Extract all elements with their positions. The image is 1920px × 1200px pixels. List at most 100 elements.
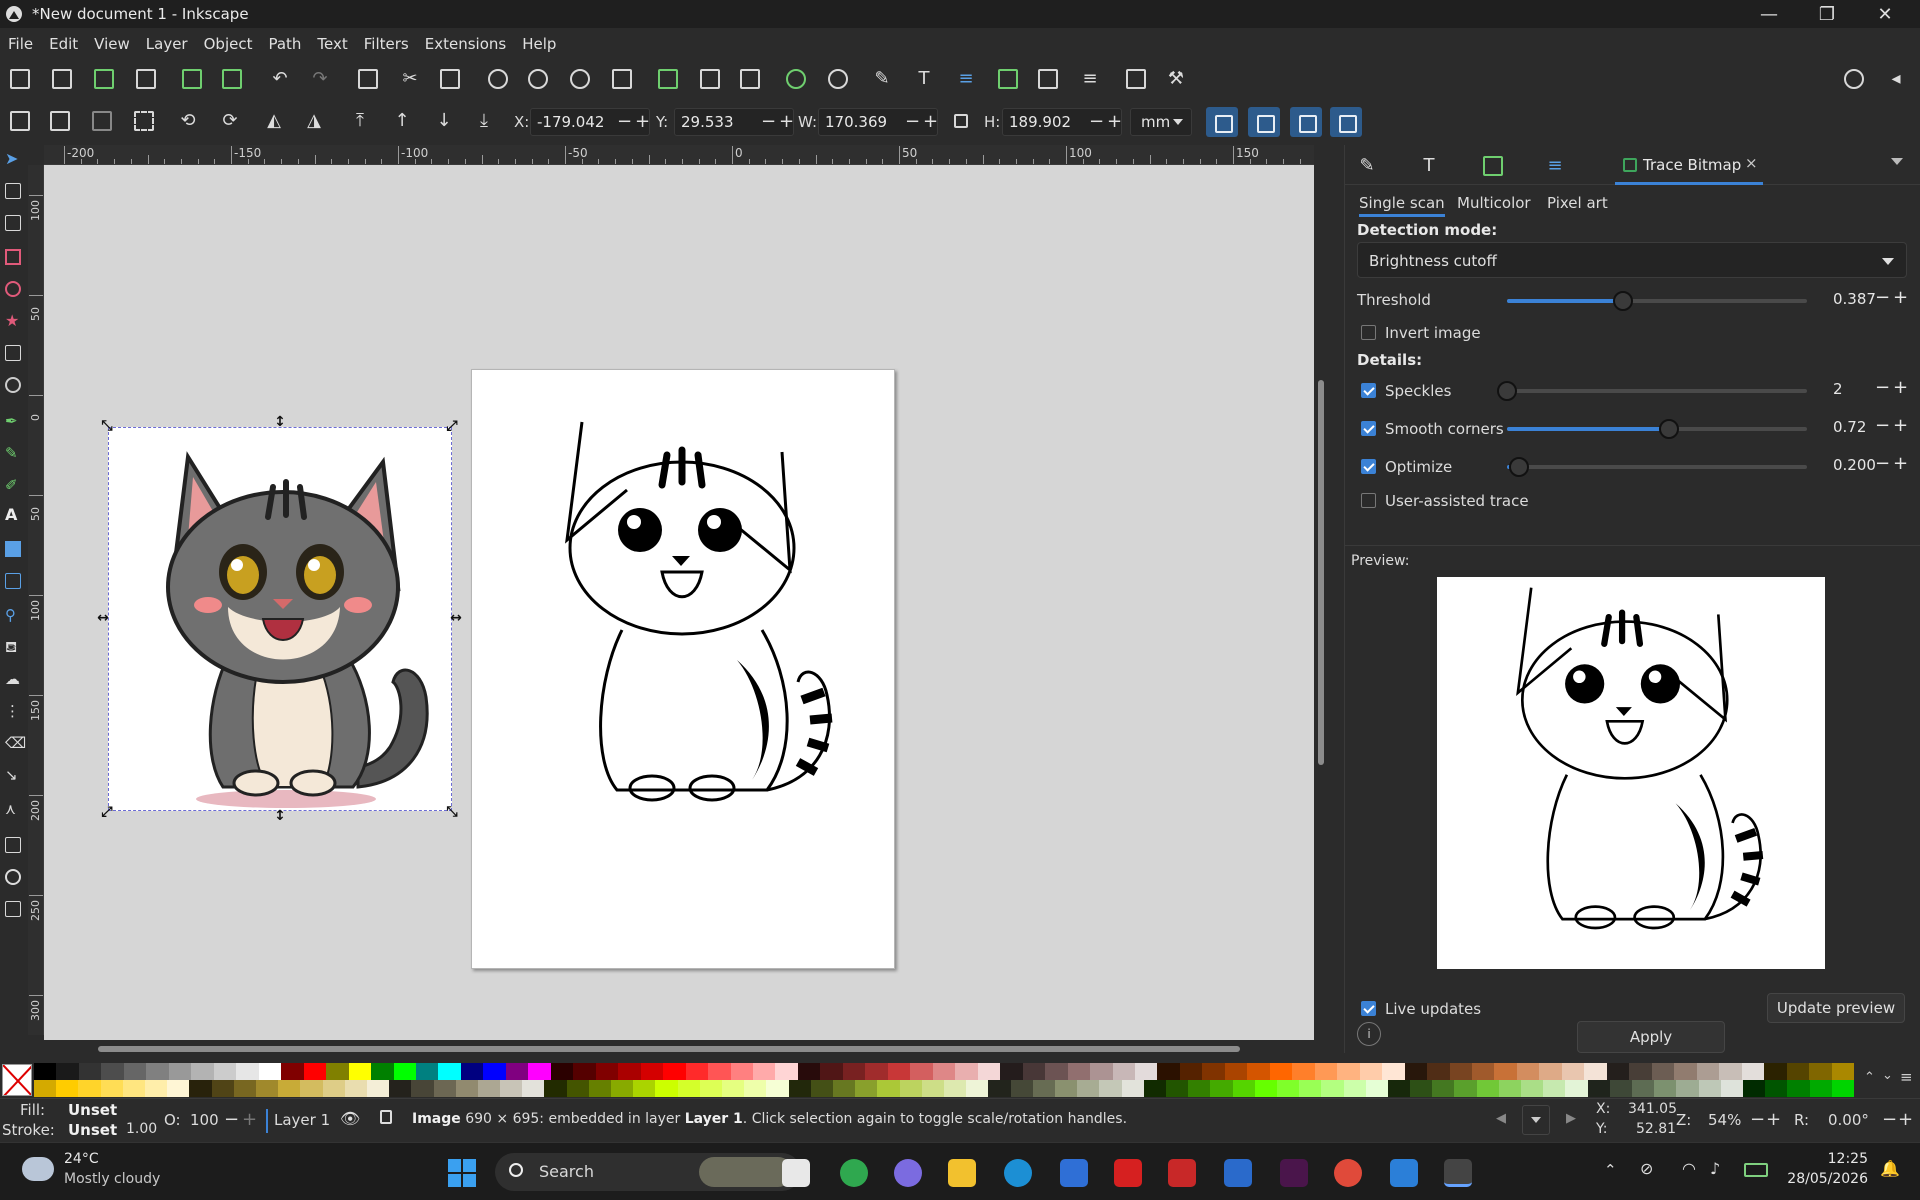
fill-stroke-icon[interactable]: ✎ bbox=[872, 69, 892, 89]
flip-horizontal-icon[interactable]: ◭ bbox=[264, 111, 284, 131]
color-swatch[interactable] bbox=[78, 1080, 102, 1097]
x-decrement[interactable]: − bbox=[617, 111, 632, 132]
color-swatch[interactable] bbox=[56, 1063, 80, 1080]
slider-knob[interactable] bbox=[1497, 381, 1517, 401]
wifi-icon[interactable]: ◠ bbox=[1682, 1159, 1696, 1178]
color-swatch[interactable] bbox=[393, 1063, 417, 1080]
color-swatch[interactable] bbox=[344, 1080, 368, 1097]
color-swatch[interactable] bbox=[722, 1080, 745, 1097]
color-swatch[interactable] bbox=[1674, 1063, 1698, 1080]
tab-multicolor[interactable]: Multicolor bbox=[1457, 194, 1531, 212]
detection-mode-select[interactable]: Brightness cutoff bbox=[1357, 242, 1907, 278]
color-swatch[interactable] bbox=[1632, 1080, 1655, 1097]
color-swatch[interactable] bbox=[988, 1080, 1012, 1097]
color-swatch[interactable] bbox=[753, 1063, 776, 1080]
resize-handle-se-icon[interactable]: ⤡ bbox=[445, 805, 459, 819]
color-swatch[interactable] bbox=[1741, 1063, 1765, 1080]
tab-trace-bitmap[interactable]: Trace Bitmap × bbox=[1615, 145, 1763, 185]
color-swatch[interactable] bbox=[1099, 1080, 1123, 1097]
rotation-increment[interactable]: + bbox=[1898, 1109, 1913, 1130]
color-swatch[interactable] bbox=[371, 1063, 394, 1080]
paste-icon[interactable] bbox=[440, 69, 460, 89]
dock-menu-chevron-icon[interactable] bbox=[1891, 158, 1903, 165]
color-swatch[interactable] bbox=[788, 1080, 812, 1097]
live-updates-checkbox[interactable] bbox=[1361, 1001, 1376, 1016]
touch-select-icon[interactable] bbox=[134, 111, 154, 131]
color-swatch[interactable] bbox=[366, 1080, 390, 1097]
resize-handle-s-icon[interactable]: ↕ bbox=[273, 809, 287, 823]
pdf-icon[interactable] bbox=[1168, 1159, 1196, 1187]
restore-button[interactable]: ❐ bbox=[1798, 0, 1856, 28]
color-swatch[interactable] bbox=[1831, 1063, 1855, 1080]
color-swatch[interactable] bbox=[944, 1080, 967, 1097]
color-swatch[interactable] bbox=[123, 1063, 147, 1080]
scale-stroke-toggle[interactable] bbox=[1206, 107, 1238, 137]
h-field[interactable]: 189.902 − + bbox=[1002, 108, 1122, 136]
resize-handle-nw-icon[interactable]: ⤡ bbox=[100, 419, 114, 433]
selector-tool-icon[interactable]: ➤ bbox=[5, 151, 21, 167]
y-decrement[interactable]: − bbox=[761, 111, 776, 132]
color-swatch[interactable] bbox=[544, 1080, 568, 1097]
slack-icon[interactable] bbox=[1280, 1159, 1308, 1187]
color-swatch[interactable] bbox=[34, 1080, 57, 1097]
export-tab-icon[interactable] bbox=[1483, 156, 1503, 176]
menu-object[interactable]: Object bbox=[196, 35, 261, 53]
spiral-tool-icon[interactable] bbox=[5, 377, 21, 393]
color-swatch[interactable] bbox=[1090, 1063, 1114, 1080]
color-swatch[interactable] bbox=[1565, 1080, 1589, 1097]
color-swatch[interactable] bbox=[303, 1063, 327, 1080]
redo-icon[interactable]: ↷ bbox=[310, 69, 330, 89]
text-font-icon[interactable]: T bbox=[914, 69, 934, 89]
color-swatch[interactable] bbox=[1696, 1063, 1720, 1080]
pages-tool-icon[interactable] bbox=[5, 837, 21, 853]
node-tool-icon[interactable] bbox=[5, 183, 21, 199]
calligraphy-tool-icon[interactable]: ✐ bbox=[5, 477, 21, 493]
lock-icon[interactable] bbox=[380, 1110, 392, 1124]
color-swatch[interactable] bbox=[211, 1080, 235, 1097]
unit-select[interactable]: mm bbox=[1130, 108, 1192, 136]
menu-text[interactable]: Text bbox=[309, 35, 355, 53]
color-swatch[interactable] bbox=[1764, 1063, 1788, 1080]
vscode-icon[interactable] bbox=[1390, 1159, 1418, 1187]
spray-tool-icon[interactable]: ⋮ bbox=[5, 703, 21, 719]
color-swatch[interactable] bbox=[1449, 1063, 1473, 1080]
color-swatch[interactable] bbox=[1410, 1080, 1433, 1097]
color-swatch[interactable] bbox=[1321, 1080, 1344, 1097]
color-swatch[interactable] bbox=[56, 1080, 79, 1097]
color-swatch[interactable] bbox=[1247, 1063, 1271, 1080]
rectangle-tool-icon[interactable] bbox=[5, 249, 21, 265]
h-decrement[interactable]: − bbox=[1089, 111, 1104, 132]
color-swatch[interactable] bbox=[618, 1063, 642, 1080]
weather-temp[interactable]: 24°C bbox=[64, 1151, 99, 1167]
color-swatch[interactable] bbox=[34, 1063, 57, 1080]
taskbar-search[interactable]: Search bbox=[495, 1153, 801, 1191]
color-swatch[interactable] bbox=[1337, 1063, 1361, 1080]
apply-button[interactable]: Apply bbox=[1577, 1021, 1725, 1053]
color-swatch[interactable] bbox=[1143, 1080, 1167, 1097]
optimize-checkbox[interactable] bbox=[1361, 459, 1376, 474]
w-increment[interactable]: + bbox=[923, 111, 938, 132]
close-icon[interactable]: × bbox=[1745, 154, 1758, 172]
align-distribute-icon[interactable]: ≡ bbox=[1080, 69, 1100, 89]
optimize-field[interactable]: 0.200 − + bbox=[1825, 451, 1911, 479]
color-swatch[interactable] bbox=[167, 1080, 190, 1097]
color-swatch[interactable] bbox=[699, 1080, 723, 1097]
color-swatch[interactable] bbox=[1343, 1080, 1367, 1097]
color-swatch[interactable] bbox=[899, 1080, 923, 1097]
color-swatch[interactable] bbox=[1254, 1080, 1278, 1097]
color-swatch[interactable] bbox=[1165, 1080, 1189, 1097]
tab-single-scan[interactable]: Single scan bbox=[1359, 194, 1445, 217]
color-swatch[interactable] bbox=[1054, 1080, 1078, 1097]
color-swatch[interactable] bbox=[300, 1080, 324, 1097]
new-document-icon[interactable] bbox=[10, 69, 30, 89]
app-l-icon[interactable] bbox=[1114, 1159, 1142, 1187]
color-swatch[interactable] bbox=[348, 1063, 372, 1080]
color-swatch[interactable] bbox=[887, 1063, 911, 1080]
resize-handle-w-icon[interactable]: ↔ bbox=[96, 611, 110, 625]
export-icon[interactable] bbox=[222, 69, 242, 89]
color-swatch[interactable] bbox=[663, 1063, 687, 1080]
rotation-field[interactable]: 0.00° − + bbox=[1812, 1105, 1916, 1135]
color-swatch[interactable] bbox=[1010, 1080, 1034, 1097]
color-swatch[interactable] bbox=[1494, 1063, 1518, 1080]
menu-help[interactable]: Help bbox=[514, 35, 564, 53]
